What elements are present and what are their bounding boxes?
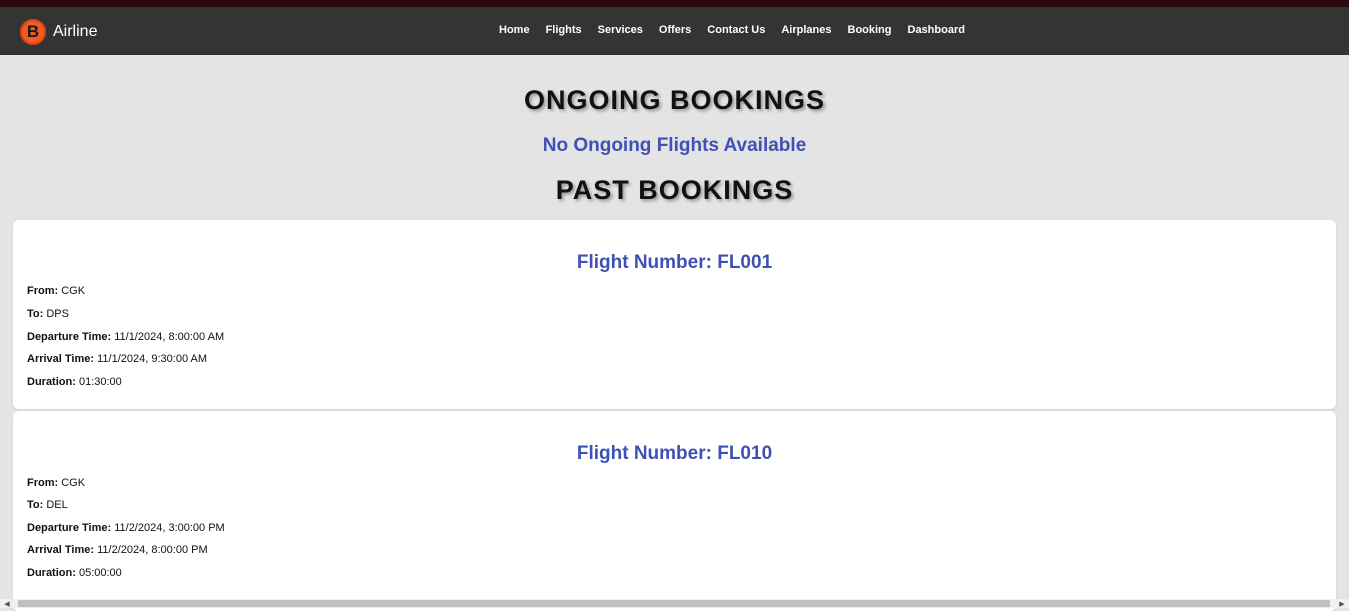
no-ongoing-message: No Ongoing Flights Available (542, 135, 807, 156)
to-row: To: DEL (27, 499, 68, 511)
to-label: To: (27, 308, 44, 320)
from-row: From: CGK (27, 285, 85, 297)
duration-row: Duration: 01:30:00 (27, 376, 122, 388)
departure-row: Departure Time: 11/1/2024, 8:00:00 AM (27, 331, 224, 343)
navbar: B Airline Home Flights Services Offers C… (0, 7, 1349, 55)
nav-link-services[interactable]: Services (598, 24, 643, 36)
arrival-label: Arrival Time: (27, 353, 95, 365)
booking-card: Flight Number: FL010 From: CGK To: DEL D… (13, 411, 1336, 611)
brand-logo-icon: B (20, 19, 46, 45)
from-row: From: CGK (27, 477, 85, 489)
from-value: CGK (61, 285, 86, 297)
main-content: ONGOING BOOKINGS No Ongoing Flights Avai… (0, 55, 1349, 611)
past-bookings-heading: PAST BOOKINGS (555, 175, 794, 205)
duration-value: 01:30:00 (78, 376, 122, 388)
horizontal-scrollbar[interactable]: ◀ ▶ (0, 599, 1349, 608)
scroll-left-arrow-icon[interactable]: ◀ (2, 599, 12, 608)
nav-link-offers[interactable]: Offers (659, 24, 691, 36)
flight-number-title: Flight Number: FL010 (576, 443, 773, 464)
departure-label: Departure Time: (27, 331, 112, 343)
to-label: To: (27, 499, 44, 511)
departure-value: 11/1/2024, 8:00:00 AM (114, 331, 225, 343)
arrival-value: 11/1/2024, 9:30:00 AM (97, 353, 208, 365)
nav-link-flights[interactable]: Flights (546, 24, 582, 36)
ongoing-bookings-heading: ONGOING BOOKINGS (523, 85, 826, 115)
duration-value: 05:00:00 (78, 567, 122, 579)
from-label: From: (27, 285, 59, 297)
top-strip (0, 0, 1349, 7)
nav-links: Home Flights Services Offers Contact Us … (499, 24, 981, 36)
nav-link-booking[interactable]: Booking (848, 24, 892, 36)
nav-link-dashboard[interactable]: Dashboard (908, 24, 965, 36)
arrival-row: Arrival Time: 11/2/2024, 8:00:00 PM (27, 544, 208, 556)
scrollbar-thumb[interactable] (18, 600, 1330, 607)
arrival-value: 11/2/2024, 8:00:00 PM (97, 544, 208, 556)
booking-card: Flight Number: FL001 From: CGK To: DPS D… (13, 220, 1336, 409)
duration-row: Duration: 05:00:00 (27, 567, 122, 579)
from-label: From: (27, 477, 59, 489)
brand[interactable]: B Airline (20, 19, 97, 45)
nav-link-home[interactable]: Home (499, 24, 530, 36)
departure-row: Departure Time: 11/2/2024, 3:00:00 PM (27, 522, 225, 534)
duration-label: Duration: (27, 376, 76, 388)
scroll-right-arrow-icon[interactable]: ▶ (1337, 599, 1347, 608)
arrival-row: Arrival Time: 11/1/2024, 9:30:00 AM (27, 353, 207, 365)
duration-label: Duration: (27, 567, 76, 579)
from-value: CGK (61, 477, 86, 489)
nav-link-airplanes[interactable]: Airplanes (781, 24, 831, 36)
to-value: DEL (46, 499, 68, 511)
nav-link-contact-us[interactable]: Contact Us (707, 24, 765, 36)
departure-label: Departure Time: (27, 522, 112, 534)
to-value: DPS (46, 308, 69, 320)
arrival-label: Arrival Time: (27, 544, 95, 556)
to-row: To: DPS (27, 308, 69, 320)
flight-number-title: Flight Number: FL001 (576, 252, 773, 273)
departure-value: 11/2/2024, 3:00:00 PM (114, 522, 225, 534)
brand-name: Airline (53, 23, 98, 40)
